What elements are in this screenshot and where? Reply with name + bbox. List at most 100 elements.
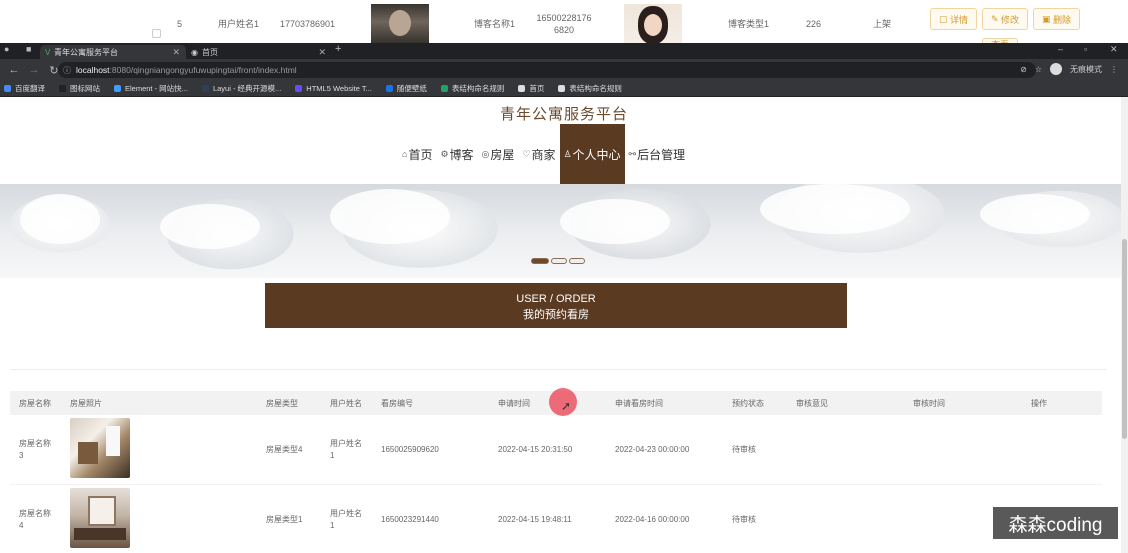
- nav-item-0[interactable]: ⌂ 首页: [398, 124, 436, 184]
- nav-label: 房屋: [490, 147, 515, 162]
- cell-apply-time: 2022-04-15 20:31:50: [498, 445, 573, 454]
- column-header: 看房编号: [381, 398, 413, 408]
- close-tab-icon[interactable]: ✕: [318, 47, 326, 58]
- section-title-en: USER / ORDER: [516, 293, 596, 305]
- bookmark-item[interactable]: HTML5 Website T...: [295, 84, 372, 93]
- bookmark-item[interactable]: 随便壁纸: [385, 83, 427, 94]
- bookmark-favicon-icon: [59, 85, 66, 92]
- bookmark-favicon-icon: [114, 85, 121, 92]
- info-icon: ⓘ: [63, 65, 71, 75]
- address-bar: ← → ↻ ⓘ localhost:8080/qingniangongyufuw…: [0, 59, 1128, 81]
- column-header: 申请看房时间: [615, 398, 663, 408]
- page-scrollbar[interactable]: [1121, 97, 1128, 553]
- carousel-dot[interactable]: [531, 258, 549, 264]
- section-title-cn: 我的预约看房: [523, 309, 589, 321]
- bedroom-photo: [70, 488, 130, 548]
- url-input[interactable]: ⓘ localhost:8080/qingniangongyufuwupingt…: [58, 62, 1036, 78]
- tab-overview-icon[interactable]: ■: [26, 44, 31, 54]
- row-index: 5: [177, 19, 183, 29]
- section-header: USER / ORDER 我的预约看房: [265, 283, 847, 328]
- cell-status: 待审核: [732, 445, 756, 454]
- shop-icon: ♡: [522, 148, 531, 159]
- bookmark-item[interactable]: 图标网站: [59, 83, 100, 94]
- column-header: 申请时间: [498, 398, 530, 408]
- bookmark-item[interactable]: 表结构命名规则: [440, 83, 504, 94]
- main-nav: ⌂ 首页 ⚙ 博客 ◎ 房屋 ♡ 商家 ♙ 个人中心 ⚯ 后台管理: [0, 124, 1128, 184]
- nav-label: 首页: [408, 147, 433, 162]
- row-id-number: 16500228176 6820: [536, 13, 592, 35]
- bookmark-favicon-icon: [440, 85, 448, 92]
- nav-item-3[interactable]: ♡ 商家: [518, 124, 559, 184]
- column-header: 房屋类型: [266, 398, 298, 408]
- edit-icon: ✎: [991, 13, 1002, 24]
- table-row[interactable]: 房屋名称3 房屋类型4 用户姓名1 1650025909620 2022-04-15 2…: [10, 415, 1102, 485]
- bookmark-item[interactable]: 表结构命名规则: [558, 83, 622, 94]
- detail-button[interactable]: ▢ 详情: [930, 8, 978, 30]
- tab-favicon-icon: ◉: [191, 47, 198, 57]
- close-window-icon[interactable]: ✕: [1110, 44, 1118, 55]
- eye-off-icon[interactable]: ⊘: [1020, 65, 1027, 74]
- nav-label: 个人中心: [572, 147, 621, 162]
- carousel-dot[interactable]: [551, 258, 567, 264]
- carousel-dot[interactable]: [569, 258, 585, 264]
- detail-icon: ▢: [939, 13, 951, 24]
- more-icon[interactable]: ⋮: [1110, 65, 1118, 74]
- tab-favicon-icon: V: [45, 47, 51, 57]
- row-blogger-name: 博客名称1: [474, 19, 516, 29]
- cell-house-type: 房屋类型4: [266, 445, 303, 454]
- user-avatar-photo: [371, 4, 429, 48]
- delete-button[interactable]: ▣ 删除: [1033, 8, 1081, 30]
- bookmark-item[interactable]: 百度翻译: [4, 83, 45, 94]
- back-icon[interactable]: ←: [8, 64, 20, 76]
- bookmark-item[interactable]: Layui - 经典开源模...: [201, 83, 281, 94]
- bookmarks-bar: 百度翻译 图标网站 Element - 网站快... Layui - 经典开源模...…: [0, 81, 1128, 97]
- blogger-avatar-photo: [624, 4, 682, 48]
- cell-house-name: 房屋名称4: [19, 509, 51, 530]
- star-icon[interactable]: ☆: [1035, 65, 1042, 74]
- column-header: 审核意见: [796, 398, 828, 408]
- bookmark-favicon-icon: [518, 85, 526, 92]
- new-tab-button[interactable]: +: [335, 43, 341, 55]
- link-icon: ⚯: [628, 148, 637, 159]
- tab-home[interactable]: ◉ 首页 ✕: [188, 45, 332, 59]
- column-header: 房屋名称: [19, 398, 51, 408]
- nav-label: 博客: [449, 147, 474, 162]
- bookmark-item[interactable]: Element - 网站快...: [114, 83, 188, 94]
- bookmark-favicon-icon: [385, 85, 393, 92]
- close-tab-icon[interactable]: ✕: [172, 47, 180, 58]
- carousel-indicators: [531, 258, 585, 264]
- orders-table: 房屋名称 房屋照片 房屋类型 用户姓名 看房编号 申请时间 申请看房时间 预约状态 审核意见 审核…: [10, 391, 1102, 553]
- edit-button[interactable]: ✎ 修改: [982, 8, 1029, 30]
- column-header: 房屋照片: [70, 398, 102, 408]
- bookmark-item[interactable]: 首页: [518, 83, 544, 94]
- row-blogger-type: 博客类型1: [728, 19, 770, 29]
- nav-label: 后台管理: [637, 147, 686, 162]
- tab-platform[interactable]: V 青年公寓服务平台 ✕: [40, 45, 186, 59]
- forward-icon[interactable]: →: [28, 64, 40, 76]
- bookmark-favicon-icon: [558, 85, 566, 92]
- cell-visit-time: 2022-04-16 00:00:00: [615, 515, 690, 524]
- minimize-icon[interactable]: –: [1058, 44, 1063, 54]
- page-content: 青年公寓服务平台 ⌂ 首页 ⚙ 博客 ◎ 房屋 ♡ 商家 ♙ 个人中心 ⚯ 后台管理 USER / O…: [0, 97, 1128, 553]
- living-room-photo: [70, 418, 130, 478]
- blog-icon: ⚙: [440, 148, 449, 159]
- delete-icon: ▣: [1042, 13, 1054, 24]
- browser-tab-bar: ● ■ V 青年公寓服务平台 ✕ ◉ 首页 ✕ + – ▫ ✕: [0, 43, 1128, 59]
- nav-item-4[interactable]: ♙ 个人中心: [559, 124, 625, 184]
- nav-item-1[interactable]: ⚙ 博客: [436, 124, 477, 184]
- section-divider: [10, 369, 1107, 370]
- mouse-cursor-icon: ➚: [561, 399, 572, 413]
- maximize-icon[interactable]: ▫: [1084, 44, 1087, 54]
- row-checkbox[interactable]: [152, 29, 161, 38]
- user-icon: ♙: [563, 148, 572, 159]
- site-title: 青年公寓服务平台: [499, 106, 628, 123]
- nav-item-2[interactable]: ◎ 房屋: [478, 124, 519, 184]
- column-header: 预约状态: [732, 398, 764, 408]
- browser-menu-icon[interactable]: ●: [4, 44, 9, 54]
- table-row[interactable]: 房屋名称4 房屋类型1 用户姓名1 1650023291440 2022-04-15 1…: [10, 485, 1102, 553]
- column-header: 审核时间: [913, 398, 945, 408]
- nav-item-5[interactable]: ⚯ 后台管理: [625, 124, 690, 184]
- scrollbar-thumb[interactable]: [1122, 239, 1127, 439]
- home-icon: ⌂: [402, 149, 408, 159]
- incognito-label[interactable]: 无痕模式: [1070, 64, 1102, 75]
